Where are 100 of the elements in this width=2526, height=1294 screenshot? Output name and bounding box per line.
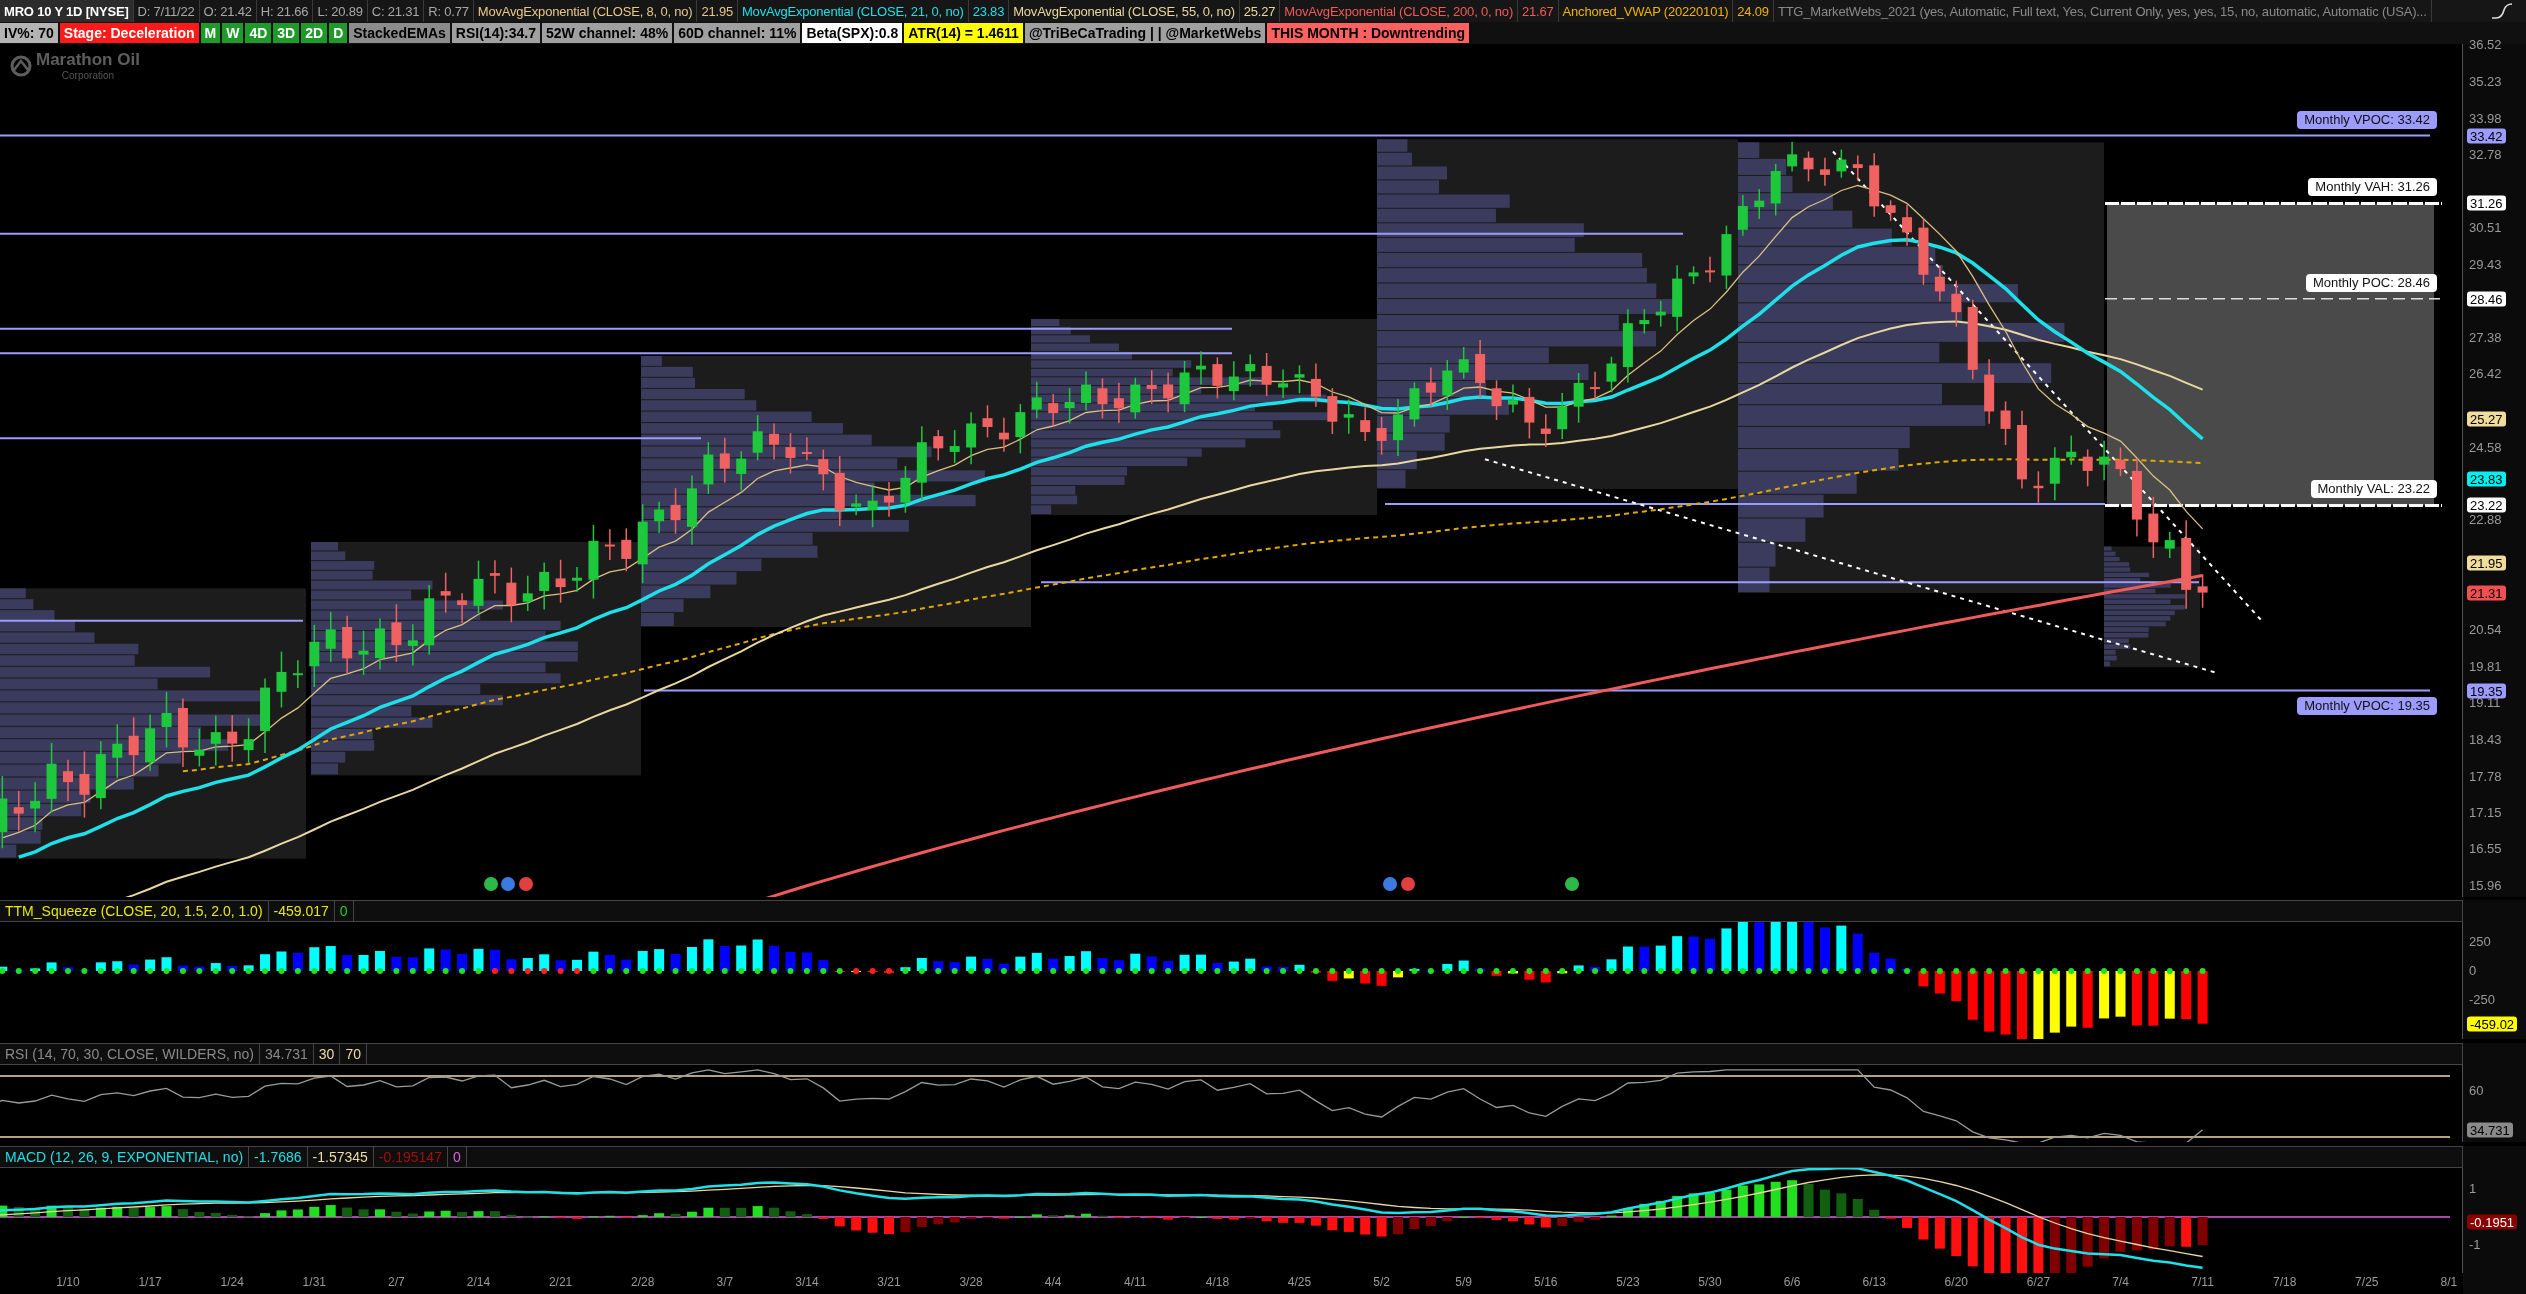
price-badge: 21.31 [2467,585,2506,601]
date-label: 4/4 [1044,1275,1062,1289]
study-value: 30 [313,1044,341,1064]
annotation-label: Monthly VPOC: 33.42 [2297,110,2437,129]
axis-tick: 1 [2469,1182,2477,1196]
date-label: 1/31 [302,1275,326,1289]
logo-subtitle: Corporation [61,70,115,81]
value-badge: -0.1951 [2467,1214,2518,1230]
price-tick: 33.98 [2469,111,2502,126]
annotation-label: Monthly VPOC: 19.35 [2297,696,2437,715]
date-label: 1/24 [220,1275,244,1289]
date-label: 2/7 [388,1275,405,1289]
status-badge: 2D [301,23,328,43]
axis-tick: 250 [2469,935,2491,950]
price-badge: 25.27 [2467,412,2506,427]
study-title[interactable]: MACD (12, 26, 9, EXPONENTIAL, no) [0,1147,250,1167]
price-tick: 29.43 [2469,257,2502,272]
price-tick: 17.78 [2469,769,2502,784]
price-badge: 23.83 [2467,471,2506,487]
date-label: 7/18 [2273,1275,2297,1289]
symbol-label[interactable]: MRO 10 Y 1D [NYSE] [0,0,134,22]
annotation-label: Monthly VAL: 23.22 [2310,480,2437,499]
price-tick: 19.81 [2469,659,2502,674]
price-tick: 17.15 [2469,806,2502,821]
status-badge: ATR(14) = 1.4611 [904,23,1023,43]
study-value: -0.195147 [373,1147,448,1167]
price-badge: 28.46 [2467,291,2506,307]
price-badge: 21.95 [2467,555,2506,571]
price-badge: 33.42 [2467,128,2506,144]
study-value: 70 [340,1044,367,1064]
price-tick: 20.54 [2469,623,2502,637]
price-tick: 32.78 [2469,148,2502,163]
date-label: 5/9 [1455,1275,1473,1289]
price-tick: 35.23 [2469,75,2502,89]
date-label: 7/25 [2355,1275,2379,1289]
value-badge: 34.731 [2467,1122,2513,1138]
date-label: 3/28 [959,1275,983,1289]
study-title[interactable]: RSI (14, 70, 30, CLOSE, WILDERS, no) [0,1044,260,1064]
status-badge: M [200,23,221,43]
study-value: -1.7686 [249,1147,308,1167]
date-label: 3/14 [795,1275,819,1289]
study-value: -459.017 [268,901,335,921]
price-tick: 15.96 [2469,879,2502,894]
date-label: 1/10 [56,1275,80,1289]
price-tick: 26.42 [2469,367,2502,382]
date-label: 5/16 [1534,1275,1558,1289]
price-tick: 22.88 [2469,513,2502,528]
price-tick: 19.11 [2469,696,2501,711]
date-label: 5/30 [1698,1275,1722,1289]
date-label: 2/21 [548,1275,573,1289]
axis-tick: -250 [2469,992,2496,1007]
date-label: 4/18 [1205,1275,1230,1289]
date-label: 2/14 [466,1275,491,1289]
status-badge: 52W channel: 48% [542,23,673,43]
status-badge: Beta(SPX):0.8 [802,23,903,43]
date-label: 6/27 [2026,1275,2051,1289]
price-tick: 24.58 [2469,440,2502,455]
status-badge: IV%: 70 [0,23,58,43]
axis-tick: 60 [2469,1084,2484,1099]
axis-tick: 0 [2469,964,2477,978]
logo-name: Marathon Oil [36,50,140,70]
status-badge: 4D [245,23,272,43]
price-badge: 31.26 [2467,195,2506,211]
study-title[interactable]: TTM_Squeeze (CLOSE, 20, 1.5, 2.0, 1.0) [0,901,269,921]
status-badge: THIS MONTH : Downtrending [1267,23,1470,43]
status-badge: RSI(14):34.7 [451,23,540,43]
date-label: 6/13 [1862,1275,1886,1289]
date-label: 5/23 [1616,1275,1640,1289]
date-label: 4/11 [1124,1275,1147,1289]
date-label: 8/1 [2440,1275,2458,1289]
study-value: -1.57345 [307,1147,374,1167]
status-badge: Stage: Deceleration [59,23,199,43]
status-badge: W [222,23,244,43]
date-label: 6/6 [1783,1275,1801,1289]
date-label: 2/28 [631,1275,655,1289]
date-label: 1/17 [138,1275,162,1289]
date-label: 6/20 [1944,1275,1968,1289]
study-value: 0 [334,901,354,921]
date-label: 3/7 [716,1275,734,1289]
status-badge: 3D [273,23,300,43]
date-label: 5/2 [1373,1275,1390,1289]
status-badge: 60D channel: 11% [674,23,801,43]
price-tick: 30.51 [2469,221,2502,236]
axis-tick: -1 [2469,1238,2481,1252]
price-badge: 19.35 [2467,683,2506,699]
price-tick: 18.43 [2469,733,2502,748]
date-label: 7/11 [2191,1275,2214,1289]
study-value: 34.731 [260,1044,314,1064]
price-tick: 36.52 [2469,38,2502,53]
price-badge: 23.22 [2467,497,2506,513]
price-tick: 27.38 [2469,331,2502,346]
date-label: 3/21 [877,1275,901,1289]
status-badge: @TriBeCaTrading | | @MarketWebs [1024,23,1266,43]
annotation-label: Monthly VAH: 31.26 [2308,178,2437,197]
status-badge: StackedEMAs [349,23,450,43]
status-badge: D [329,23,348,43]
date-label: 7/4 [2112,1275,2129,1289]
date-label: 4/25 [1287,1275,1312,1289]
price-tick: 16.55 [2469,842,2502,857]
study-value: 0 [447,1147,467,1167]
